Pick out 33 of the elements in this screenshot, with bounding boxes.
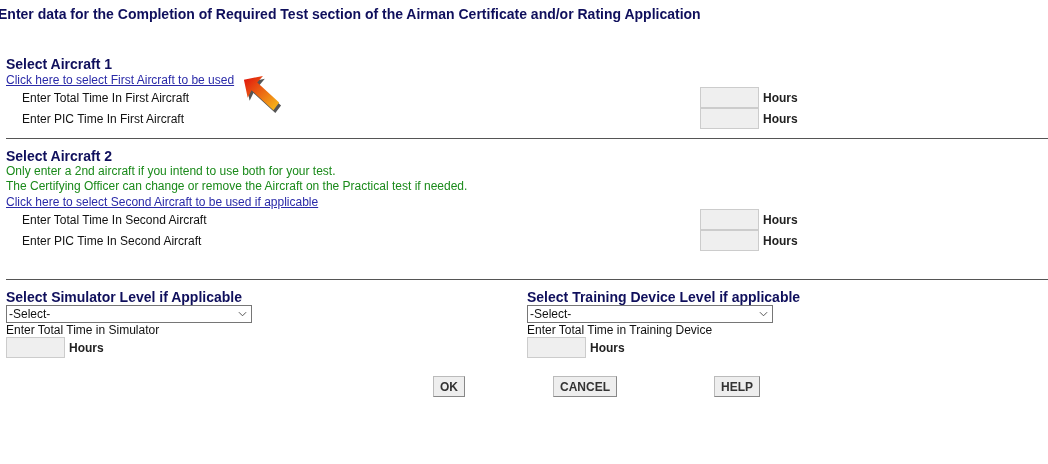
field-label: Enter Total Time in Simulator [6,323,161,337]
select-aircraft-link[interactable]: Click here to select Second Aircraft to be used if applicable [6,195,319,209]
unit-label: Hours [763,90,798,105]
action-button[interactable]: CANCEL [553,376,617,397]
level-dropdown[interactable]: -Select- [6,305,252,323]
unit-label: Hours [763,233,798,248]
section-heading: Select Simulator Level if Applicable [6,289,243,305]
level-dropdown[interactable]: -Select- [527,305,773,323]
hours-field[interactable] [700,209,759,230]
field-label: Enter PIC Time In First Aircraft [22,111,186,126]
field-label: Enter Total Time in Training Device [527,323,714,337]
hours-field[interactable] [700,87,759,108]
chevron-down-icon [238,311,247,317]
note-text: The Certifying Officer can change or remove the Aircraft on the Practical test if needed. [6,179,469,194]
field-label: Enter Total Time In First Aircraft [22,90,191,105]
unit-label: Hours [69,340,104,355]
section-heading: Select Training Device Level if applicable [527,289,802,305]
unit-label: Hours [763,111,798,126]
note-text: Only enter a 2nd aircraft if you intend to use both for your test. [6,164,337,179]
section-heading: Select Aircraft 1 [6,56,114,72]
hours-field[interactable] [700,108,759,129]
unit-label: Hours [763,212,798,227]
hours-field[interactable] [6,337,65,358]
select-aircraft-link[interactable]: Click here to select First Aircraft to be used [6,73,235,87]
field-label: Enter Total Time In Second Aircraft [22,212,208,227]
unit-label: Hours [590,340,625,355]
action-button[interactable]: HELP [714,376,760,397]
section-heading: Select Aircraft 2 [6,148,114,164]
action-button[interactable]: OK [433,376,465,397]
hours-field[interactable] [700,230,759,251]
field-label: Enter PIC Time In Second Aircraft [22,233,203,248]
hours-field[interactable] [527,337,586,358]
chevron-down-icon [759,311,768,317]
